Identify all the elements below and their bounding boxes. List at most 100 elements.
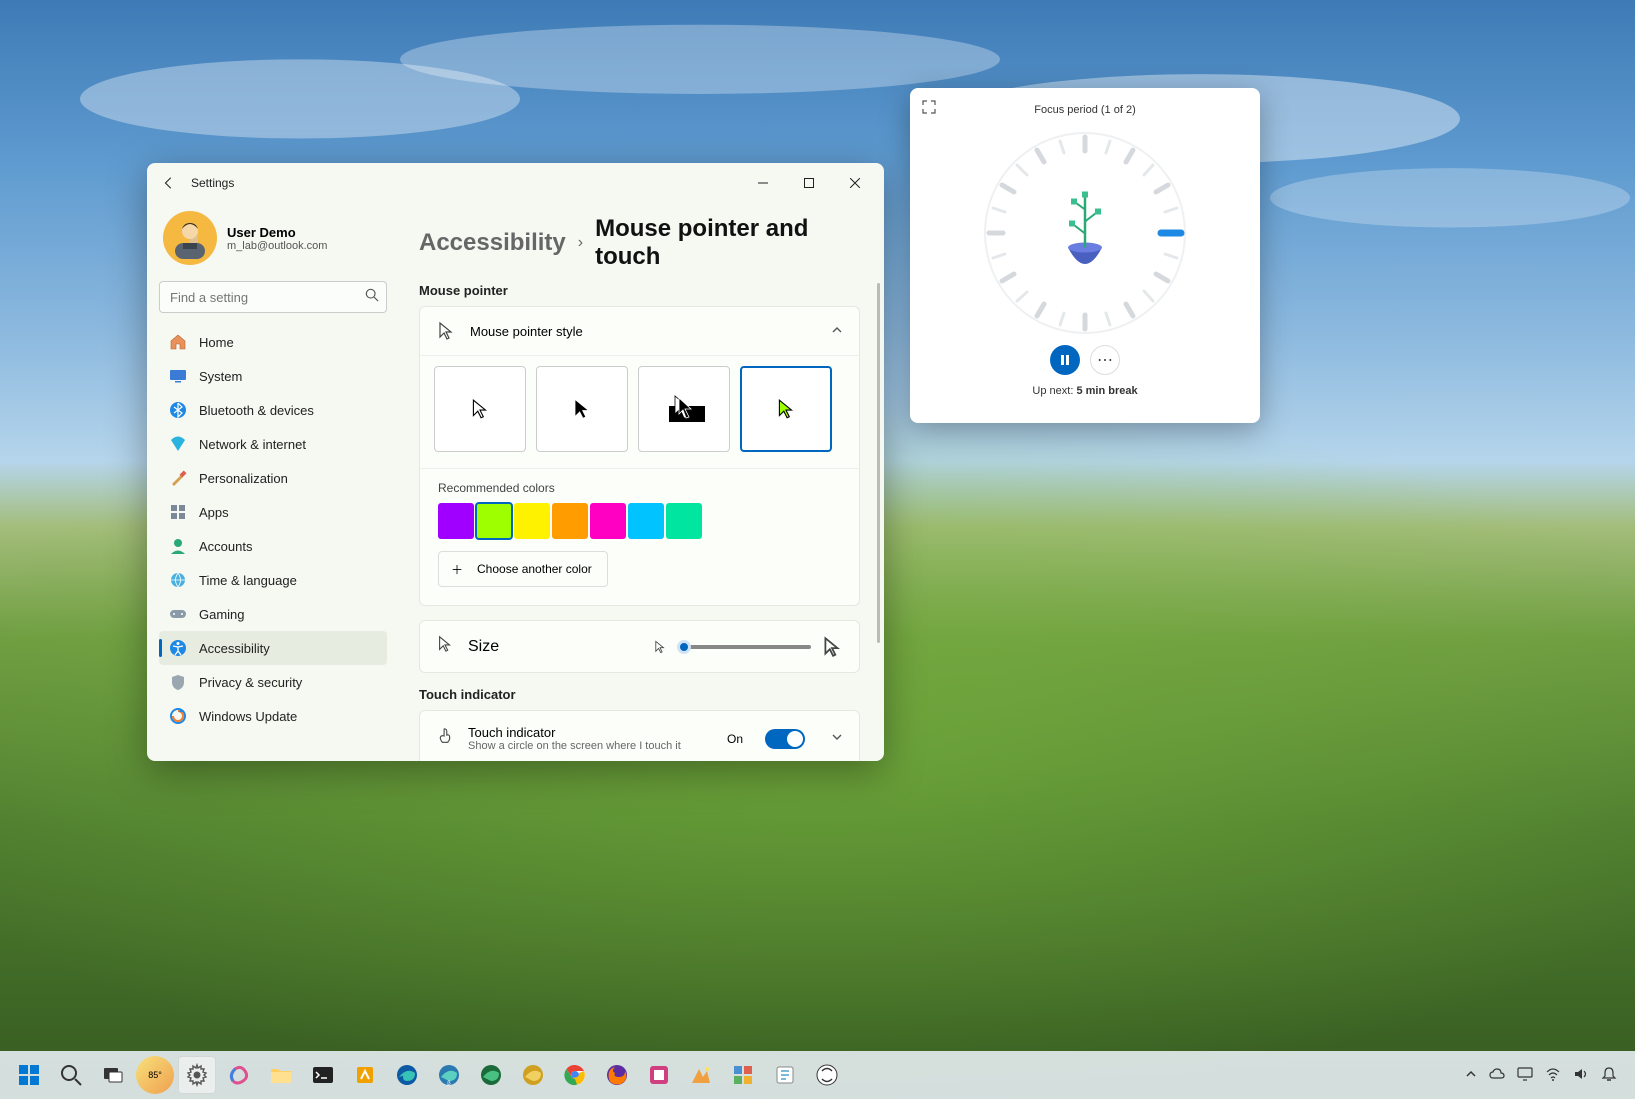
account-icon	[169, 537, 187, 555]
terminal-task[interactable]	[304, 1056, 342, 1094]
edge-beta-task[interactable]: β	[430, 1056, 468, 1094]
nav-label: Bluetooth & devices	[199, 403, 314, 418]
start-button[interactable]	[10, 1056, 48, 1094]
user-name: User Demo	[227, 225, 327, 240]
slider-knob[interactable]	[677, 640, 691, 654]
back-button[interactable]	[153, 167, 185, 199]
scrollbar[interactable]	[877, 283, 880, 643]
app-task-6[interactable]	[808, 1056, 846, 1094]
system-icon	[169, 367, 187, 385]
style-inverted[interactable]	[638, 366, 730, 452]
pause-button[interactable]	[1050, 345, 1080, 375]
search-input[interactable]	[159, 281, 387, 313]
accessibility-icon	[169, 639, 187, 657]
network-icon	[169, 435, 187, 453]
app-task-1[interactable]	[346, 1056, 384, 1094]
tray-volume-icon[interactable]	[1573, 1066, 1589, 1085]
toggle-state-label: On	[727, 732, 743, 746]
more-button[interactable]: ⋯	[1090, 345, 1120, 375]
touch-title: Touch indicator	[468, 725, 713, 740]
nav-bluetooth[interactable]: Bluetooth & devices	[159, 393, 387, 427]
tray-notifications-icon[interactable]	[1601, 1066, 1617, 1085]
app-task-5[interactable]	[766, 1056, 804, 1094]
minimize-button[interactable]	[740, 167, 786, 199]
style-white[interactable]	[434, 366, 526, 452]
settings-task[interactable]	[178, 1056, 216, 1094]
size-slider[interactable]	[677, 645, 811, 649]
expand-icon[interactable]	[922, 100, 936, 119]
chevron-right-icon: ›	[578, 234, 583, 252]
touch-icon	[436, 727, 454, 750]
focus-widget: Focus period (1 of 2)	[910, 88, 1260, 423]
section-touch-label: Touch indicator	[419, 687, 860, 702]
swatch-teal[interactable]	[666, 503, 702, 539]
color-section: Recommended colors ＋ Choose another colo…	[420, 468, 859, 605]
pointer-style-header[interactable]: Mouse pointer style	[420, 307, 859, 355]
breadcrumb-parent[interactable]: Accessibility	[419, 229, 566, 257]
brush-icon	[169, 469, 187, 487]
svg-text:β: β	[447, 1081, 451, 1087]
edge-dev-task[interactable]	[472, 1056, 510, 1094]
nav-network[interactable]: Network & internet	[159, 427, 387, 461]
nav-label: System	[199, 369, 242, 384]
search-icon[interactable]	[365, 288, 379, 305]
nav-label: Privacy & security	[199, 675, 302, 690]
nav-personalization[interactable]: Personalization	[159, 461, 387, 495]
copilot-task[interactable]	[220, 1056, 258, 1094]
tray-wifi-icon[interactable]	[1545, 1066, 1561, 1085]
breadcrumb-current: Mouse pointer and touch	[595, 215, 860, 271]
globe-icon	[169, 571, 187, 589]
touch-desc: Show a circle on the screen where I touc…	[468, 740, 713, 752]
firefox-task[interactable]	[598, 1056, 636, 1094]
chevron-up-icon	[831, 324, 843, 339]
tray-chevron-up-icon[interactable]	[1465, 1067, 1477, 1083]
nav-system[interactable]: System	[159, 359, 387, 393]
cursor-size-icon	[436, 635, 454, 658]
close-button[interactable]	[832, 167, 878, 199]
app-task-3[interactable]	[682, 1056, 720, 1094]
focus-title: Focus period (1 of 2)	[936, 104, 1234, 116]
swatch-lime[interactable]	[476, 503, 512, 539]
user-box[interactable]: User Demo m_lab@outlook.com	[159, 207, 387, 269]
swatch-cyan[interactable]	[628, 503, 664, 539]
nav-update[interactable]: Windows Update	[159, 699, 387, 733]
task-view-button[interactable]	[94, 1056, 132, 1094]
chevron-down-icon[interactable]	[831, 730, 843, 748]
nav-accessibility[interactable]: Accessibility	[159, 631, 387, 665]
nav-accounts[interactable]: Accounts	[159, 529, 387, 563]
choose-color-button[interactable]: ＋ Choose another color	[438, 551, 608, 587]
nav-apps[interactable]: Apps	[159, 495, 387, 529]
chrome-task[interactable]	[556, 1056, 594, 1094]
app-task-4[interactable]	[724, 1056, 762, 1094]
sidebar: User Demo m_lab@outlook.com Home System …	[147, 203, 399, 761]
edge-task[interactable]	[388, 1056, 426, 1094]
nav-home[interactable]: Home	[159, 325, 387, 359]
cursor-large-icon	[821, 636, 843, 658]
touch-toggle[interactable]	[765, 729, 805, 749]
nav-label: Home	[199, 335, 234, 350]
cursor-icon	[436, 321, 456, 341]
app-task-2[interactable]	[640, 1056, 678, 1094]
swatch-orange[interactable]	[552, 503, 588, 539]
tray-monitor-icon[interactable]	[1517, 1066, 1533, 1085]
nav-gaming[interactable]: Gaming	[159, 597, 387, 631]
tray-cloud-icon[interactable]	[1489, 1066, 1505, 1085]
weather-button[interactable]: 85°	[136, 1056, 174, 1094]
search-box	[159, 281, 387, 313]
titlebar: Settings	[147, 163, 884, 203]
swatch-magenta[interactable]	[590, 503, 626, 539]
swatch-yellow[interactable]	[514, 503, 550, 539]
edge-canary-task[interactable]	[514, 1056, 552, 1094]
pointer-style-card: Mouse pointer style Recommended colors	[419, 306, 860, 606]
maximize-button[interactable]	[786, 167, 832, 199]
style-black[interactable]	[536, 366, 628, 452]
nav-label: Time & language	[199, 573, 297, 588]
nav-label: Network & internet	[199, 437, 306, 452]
search-button[interactable]	[52, 1056, 90, 1094]
style-custom[interactable]	[740, 366, 832, 452]
swatch-purple[interactable]	[438, 503, 474, 539]
nav-time[interactable]: Time & language	[159, 563, 387, 597]
explorer-task[interactable]	[262, 1056, 300, 1094]
nav-privacy[interactable]: Privacy & security	[159, 665, 387, 699]
shield-icon	[169, 673, 187, 691]
